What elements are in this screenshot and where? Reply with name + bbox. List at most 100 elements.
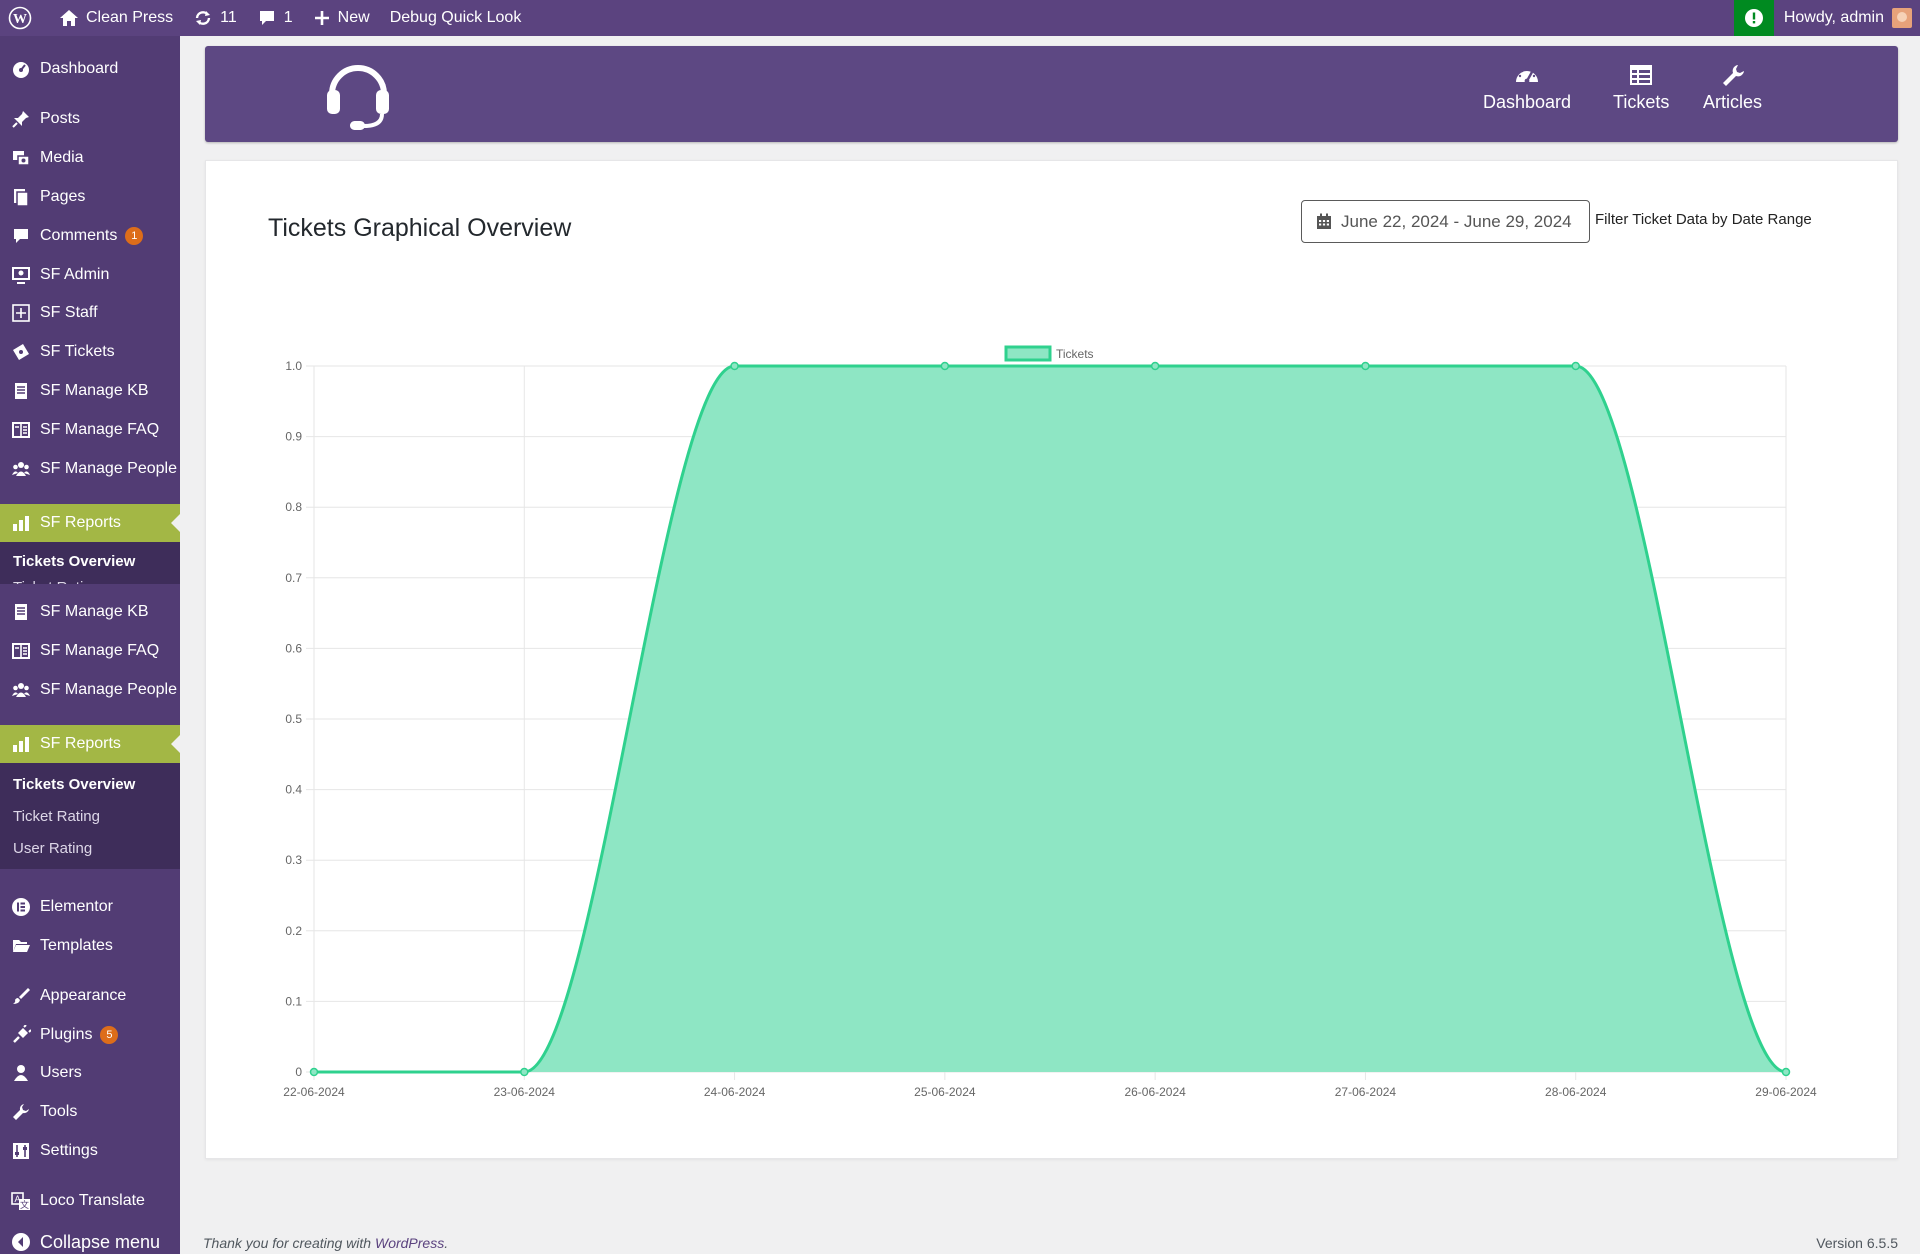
admin-sidebar: Dashboard Posts Media Pages Comments 1 S… [0,36,180,1254]
sidebar-label-sf-manage-kb: SF Manage KB [40,382,149,399]
header-nav-articles[interactable]: Articles [1703,64,1762,113]
footer-thanks-suffix: . [444,1235,449,1251]
site-name-menu[interactable]: Clean Press [49,0,183,36]
plus-icon [314,11,329,25]
sidebar-item-pages[interactable]: Pages [0,178,180,216]
admin-monitor-icon [12,267,30,284]
submenu-tickets-overview[interactable]: Tickets Overview [0,768,180,800]
sidebar-item-sf-admin[interactable]: SF Admin [0,256,180,294]
sidebar-item-templates[interactable]: Templates [0,927,180,965]
sidebar-item-plugins[interactable]: Plugins 5 [0,1016,180,1054]
sidebar-label-posts: Posts [40,110,81,127]
sidebar-item-users[interactable]: Users [0,1054,180,1092]
tickets-data-point [1781,1067,1791,1077]
collapse-arrow-icon [12,1233,30,1251]
comments-menu[interactable]: 1 [247,0,303,36]
sidebar-item-sf-reports-duplicate[interactable]: SF Reports [0,725,180,763]
debug-quick-look-menu[interactable]: Debug Quick Look [380,0,532,36]
wordpress-link[interactable]: WordPress [375,1235,444,1251]
y-tick-label: 0.8 [285,500,302,514]
updates-count: 11 [220,9,237,26]
submenu-user-rating[interactable]: User Rating [0,832,180,864]
x-tick-label: 25-06-2024 [914,1085,976,1099]
pages-icon [14,189,29,207]
legend-label-tickets: Tickets [1056,347,1094,361]
dashboard-gauge-icon [13,62,29,78]
sidebar-item-appearance[interactable]: Appearance [0,977,180,1015]
submenu-ticket-rating[interactable]: Ticket Rating [0,571,180,585]
header-nav-dashboard-label: Dashboard [1483,92,1572,112]
submenu-ticket-rating[interactable]: Ticket Rating [0,800,180,832]
sf-reports-submenu-partial: Tickets Overview Ticket Rating [0,542,180,584]
sidebar-item-sf-staff[interactable]: SF Staff [0,294,180,332]
tickets-data-point [309,1067,319,1077]
sidebar-item-sf-manage-people[interactable]: SF Manage People [0,450,180,488]
sidebar-label-plugins: Plugins [40,1026,93,1043]
my-account-menu[interactable]: Howdy, admin [1774,0,1920,36]
y-tick-label: 0.9 [285,430,302,444]
header-nav-articles-label: Articles [1703,92,1763,112]
sidebar-item-sf-manage-faq[interactable]: SF Manage FAQ [0,411,180,449]
y-tick-label: 1.0 [285,359,302,373]
sidebar-label-sf-tickets: SF Tickets [40,343,115,360]
chart-legend: Tickets [1004,345,1094,362]
svg-text:W: W [13,12,27,27]
sidebar-label-pages: Pages [40,188,86,205]
people-group-icon [12,462,30,476]
sidebar-label-appearance: Appearance [40,987,127,1004]
sidebar-item-sf-reports[interactable]: SF Reports [0,504,180,542]
updates-menu[interactable]: 11 [183,0,247,36]
sidebar-item-sf-manage-faq-duplicate[interactable]: SF Manage FAQ [0,632,180,670]
debug-label: Debug Quick Look [389,9,522,26]
support-header-banner: Dashboard Tickets Articles [205,46,1898,142]
x-axis-ticks: 22-06-2024 23-06-2024 24-06-2024 25-06-2024… [283,1085,1817,1099]
sidebar-label-templates: Templates [40,937,113,954]
sidebar-item-sf-manage-kb-duplicate[interactable]: SF Manage KB [0,593,180,631]
sidebar-item-sf-manage-people-duplicate[interactable]: SF Manage People [0,671,180,709]
sidebar-label-loco-translate: Loco Translate [40,1192,145,1209]
wrench-icon [13,1104,29,1120]
svg-text:文: 文 [20,1199,29,1210]
footer-version: Version 6.5.5 [1816,1235,1898,1251]
submenu-label-tickets-overview: Tickets Overview [13,552,136,570]
sidebar-label-sf-manage-faq: SF Manage FAQ [40,421,160,438]
site-health-alert[interactable] [1733,0,1774,36]
sidebar-item-settings[interactable]: Settings [0,1132,180,1170]
y-tick-label: 0 [295,1065,302,1079]
support-logo[interactable] [320,56,396,137]
new-content-menu[interactable]: New [303,0,380,36]
plug-icon [13,1025,31,1043]
comment-bubble-icon [259,11,274,25]
sidebar-label-sf-manage-people: SF Manage People [40,681,177,698]
header-nav-dashboard[interactable]: Dashboard [1483,64,1571,113]
x-tick-label: 24-06-2024 [704,1085,766,1099]
tickets-overview-card: Tickets Graphical Overview June 22, 2024… [205,160,1898,1159]
elementor-icon [12,898,30,916]
sidebar-item-elementor[interactable]: Elementor [0,888,180,926]
x-tick-label: 26-06-2024 [1124,1085,1186,1099]
footer-thanks-prefix: Thank you for creating with [203,1235,375,1251]
new-label: New [337,9,370,26]
sidebar-item-media[interactable]: Media [0,139,180,177]
sidebar-item-dashboard[interactable]: Dashboard [0,50,180,88]
tickets-data-point [1571,361,1580,371]
admin-bar: W Clean Press 11 1 New Debug Quick Look … [0,0,1920,36]
tickets-data-point [1150,361,1160,371]
sidebar-item-loco-translate[interactable]: A文 Loco Translate [0,1182,180,1220]
submenu-label-user-rating: User Rating [13,839,93,857]
sidebar-item-sf-tickets[interactable]: SF Tickets [0,333,180,371]
sidebar-label-elementor: Elementor [40,898,113,915]
collapse-menu-button[interactable]: Collapse menu [0,1223,180,1254]
tickets-data-point [730,361,739,371]
y-tick-label: 0.7 [285,571,302,585]
tickets-icon [13,344,29,360]
paintbrush-icon [13,988,30,1004]
sidebar-item-posts[interactable]: Posts [0,100,180,138]
sidebar-item-tools[interactable]: Tools [0,1093,180,1131]
wordpress-logo-menu[interactable]: W [0,0,49,36]
people-group-icon [12,683,30,697]
sidebar-label-sf-manage-people: SF Manage People [40,460,177,477]
sidebar-item-sf-manage-kb[interactable]: SF Manage KB [0,372,180,410]
header-nav-tickets[interactable]: Tickets [1613,64,1669,113]
sidebar-item-comments[interactable]: Comments 1 [0,217,180,255]
